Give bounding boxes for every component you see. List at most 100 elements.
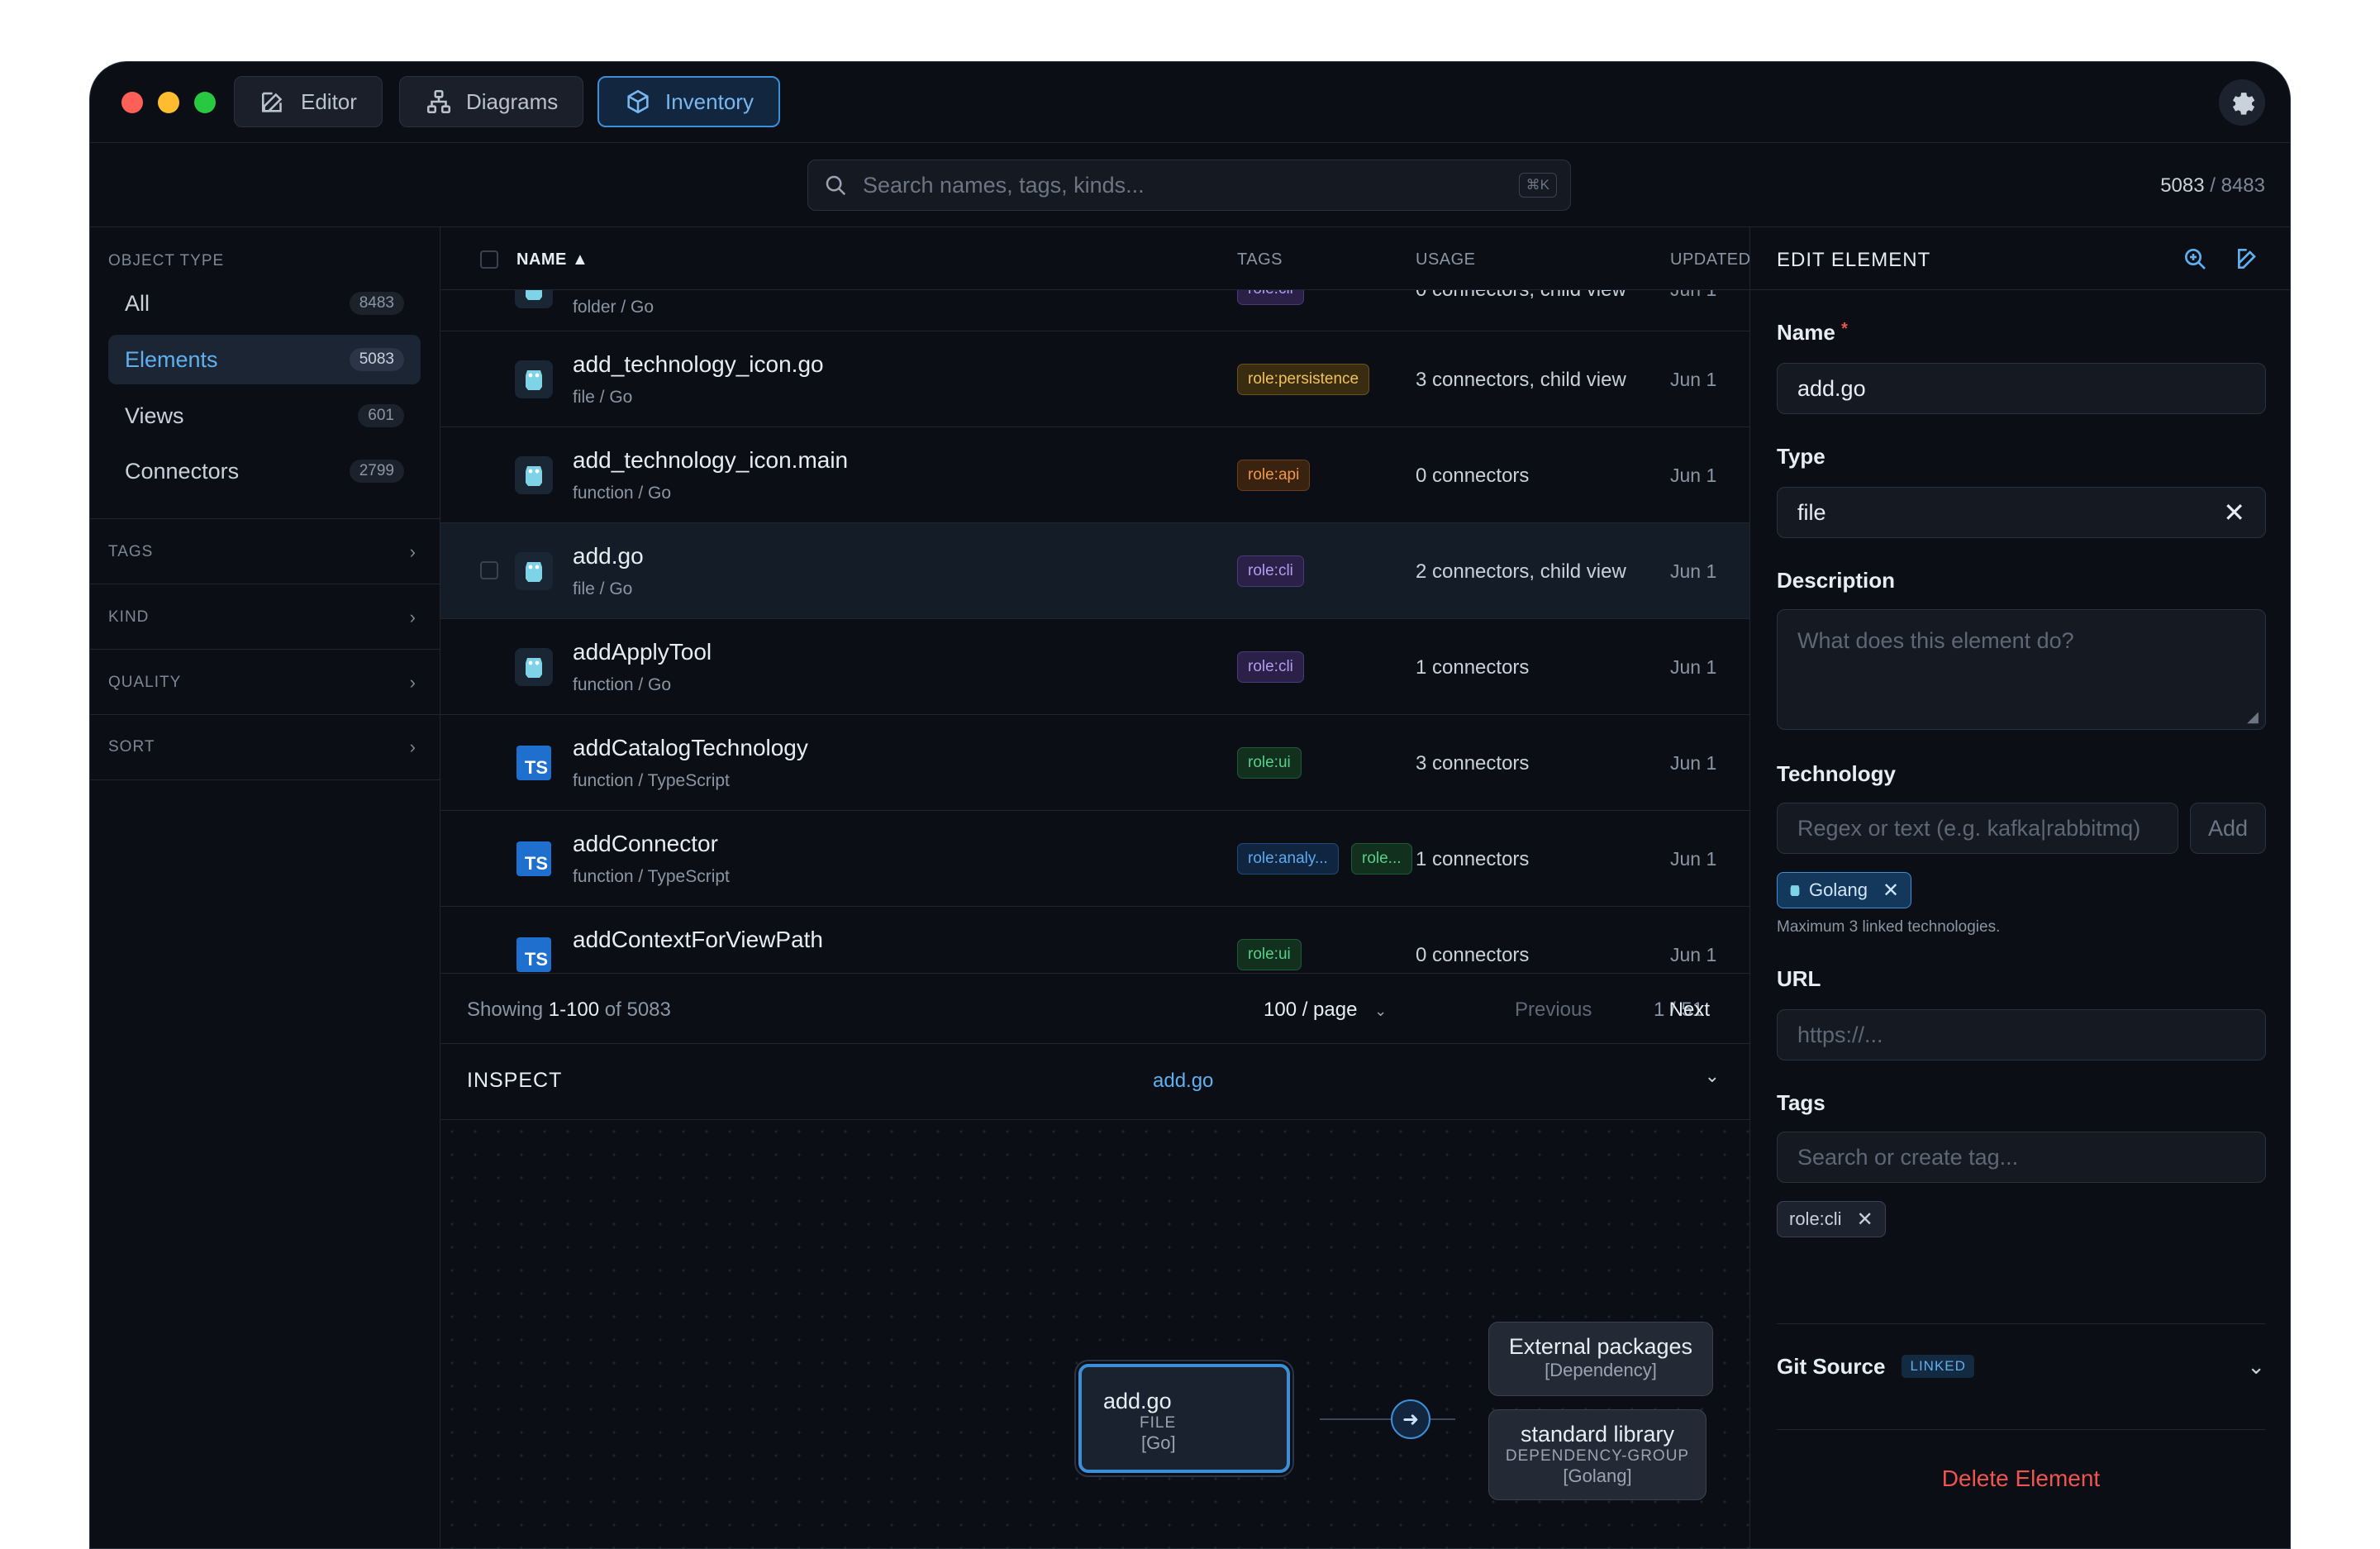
node-subtitle: [Dependency] — [1545, 1360, 1657, 1380]
next-page-button[interactable]: Next — [1669, 999, 1710, 1022]
close-window-button[interactable] — [121, 91, 143, 113]
previous-page-button[interactable]: Previous — [1515, 999, 1592, 1022]
technology-label: Technology — [1777, 761, 1896, 786]
description-textarea[interactable]: What does this element do? ◢ — [1777, 609, 2266, 730]
zoom-in-icon[interactable] — [2182, 245, 2208, 272]
sidebar-section-quality[interactable]: QUALITY › — [90, 649, 440, 715]
row-subtitle: file / Go — [573, 388, 633, 407]
tab-diagrams[interactable]: Diagrams — [399, 76, 584, 127]
delete-element-button[interactable]: Delete Element — [1750, 1466, 2290, 1492]
edit-element-panel: EDIT ELEMENT Name * add.go Type file ✕ D… — [1749, 227, 2290, 1548]
count-badge: 5083 — [349, 348, 404, 371]
type-field[interactable]: file ✕ — [1777, 487, 2266, 538]
row-checkbox[interactable] — [480, 561, 498, 579]
panel-header: EDIT ELEMENT — [1750, 227, 2290, 290]
column-header-usage[interactable]: USAGE — [1416, 250, 1476, 269]
row-updated: Jun 1 — [1670, 560, 1717, 582]
sidebar-item-all[interactable]: All 8483 — [108, 279, 421, 328]
table-row-selected[interactable]: add.go file / Go role:cli 2 connectors, … — [440, 523, 1749, 619]
go-gopher-icon — [515, 552, 553, 590]
dependency-graph-canvas[interactable]: add.go FILE [Go] ➜ External packages [De… — [440, 1120, 1749, 1548]
required-marker: * — [1841, 320, 1848, 338]
graph-node-dependency-group[interactable]: standard library DEPENDENCY-GROUP [Golan… — [1488, 1409, 1706, 1500]
tags-placeholder: Search or create tag... — [1797, 1144, 2019, 1170]
chevron-down-icon[interactable]: ⌄ — [1705, 1065, 1720, 1087]
git-source-section[interactable]: Git Source LINKED ⌄ — [1777, 1323, 2265, 1409]
linked-badge: LINKED — [1902, 1355, 1974, 1378]
sidebar-item-elements[interactable]: Elements 5083 — [108, 335, 421, 384]
row-name: addContextForViewPath — [573, 927, 823, 952]
showing-prefix: Showing — [467, 999, 549, 1021]
inspect-target[interactable]: add.go — [1153, 1070, 1213, 1093]
typescript-icon: TS — [516, 841, 551, 876]
sidebar-section-sort[interactable]: SORT › — [90, 714, 440, 780]
sidebar-item-connectors[interactable]: Connectors 2799 — [108, 446, 421, 496]
node-title: add.go — [1103, 1389, 1172, 1413]
tag-chip[interactable]: role:cli — [1237, 651, 1304, 683]
showing-range: 1-100 — [548, 999, 600, 1021]
row-name: add.go — [573, 543, 644, 569]
tab-editor[interactable]: Editor — [234, 76, 383, 127]
clear-icon[interactable]: ✕ — [2223, 497, 2245, 528]
sidebar-section-kind[interactable]: KIND › — [90, 584, 440, 650]
column-header-tags: TAGS — [1237, 250, 1283, 269]
tab-inventory-label: Inventory — [665, 88, 754, 114]
search-box[interactable]: ⌘K — [807, 160, 1571, 211]
column-header-name[interactable]: NAME ▲ — [516, 250, 588, 269]
tag-chip[interactable]: role:ui — [1237, 939, 1302, 970]
git-source-label: Git Source — [1777, 1353, 1886, 1379]
tag-chip[interactable]: role:cli — [1237, 290, 1304, 305]
technology-input[interactable]: Regex or text (e.g. kafka|rabbitmq) — [1777, 803, 2178, 854]
graph-node-dependency[interactable]: External packages [Dependency] — [1488, 1322, 1713, 1396]
tags-input[interactable]: Search or create tag... — [1777, 1132, 2266, 1183]
inspect-title: INSPECT — [467, 1069, 563, 1092]
remove-icon[interactable]: ✕ — [1883, 879, 1899, 903]
tag-chip[interactable]: role... — [1351, 843, 1412, 875]
tag-chip[interactable]: role:api — [1237, 460, 1311, 491]
table-row[interactable]: TS addContextForViewPath role:ui 0 conne… — [440, 907, 1749, 973]
remove-icon[interactable]: ✕ — [1857, 1208, 1873, 1232]
table-row[interactable]: addApplyTool function / Go role:cli 1 co… — [440, 619, 1749, 715]
url-label: URL — [1777, 966, 1821, 991]
column-header-updated[interactable]: UPDATED — [1670, 250, 1749, 269]
minimize-window-button[interactable] — [158, 91, 179, 113]
description-placeholder: What does this element do? — [1797, 628, 2074, 653]
page-size-value: 100 / page — [1264, 999, 1358, 1021]
go-gopher-icon — [515, 648, 553, 686]
settings-button[interactable] — [2219, 79, 2265, 126]
url-input[interactable]: https://... — [1777, 1009, 2266, 1060]
search-input[interactable] — [863, 172, 1524, 198]
table-row[interactable]: add_technology_icon.main function / Go r… — [440, 427, 1749, 523]
edit-icon[interactable] — [2235, 245, 2261, 272]
node-title: standard library — [1520, 1422, 1675, 1447]
sidebar-item-views[interactable]: Views 601 — [108, 391, 421, 441]
result-count-shown: 5083 — [2160, 174, 2205, 197]
sidebar-section-tags[interactable]: TAGS › — [90, 518, 440, 584]
tab-inventory[interactable]: Inventory — [597, 76, 780, 127]
table-row[interactable]: TS addConnector function / TypeScript ro… — [440, 811, 1749, 907]
name-field[interactable]: add.go — [1777, 363, 2266, 414]
tag-chip[interactable]: role:ui — [1237, 747, 1302, 779]
graph-node-selected[interactable]: add.go FILE [Go] — [1078, 1364, 1290, 1473]
count-badge: 8483 — [349, 292, 404, 315]
table-row[interactable]: TS addCatalogTechnology function / TypeS… — [440, 715, 1749, 811]
sidebar-item-label: Elements — [125, 346, 218, 372]
inspect-header[interactable]: INSPECT add.go ⌄ — [440, 1044, 1749, 1120]
table-row[interactable]: add_technology_icon.go file / Go role:pe… — [440, 331, 1749, 427]
app-window: Editor Diagrams Inventory ⌘K 5083 / 8483… — [89, 61, 2291, 1549]
maximize-window-button[interactable] — [194, 91, 216, 113]
row-usage: 3 connectors — [1416, 752, 1530, 774]
resize-handle-icon[interactable]: ◢ — [2247, 708, 2259, 726]
row-usage: 1 connectors — [1416, 848, 1530, 870]
title-bar: Editor Diagrams Inventory — [90, 62, 2290, 143]
tag-chip[interactable]: role:cli — [1237, 555, 1304, 587]
table-row[interactable]: folder / Go role:cli 0 connectors, child… — [440, 290, 1749, 331]
node-kind: DEPENDENCY-GROUP — [1505, 1447, 1690, 1465]
technology-hint: Maximum 3 linked technologies. — [1777, 918, 2001, 936]
arrow-right-icon[interactable]: ➜ — [1391, 1399, 1430, 1439]
tag-chip[interactable]: role:persistence — [1237, 364, 1370, 395]
page-size-select[interactable]: 100 / page ⌄ — [1264, 999, 1387, 1022]
add-technology-button[interactable]: Add — [2190, 803, 2266, 854]
tag-chip[interactable]: role:analy... — [1237, 843, 1339, 875]
select-all-checkbox[interactable] — [480, 250, 498, 269]
